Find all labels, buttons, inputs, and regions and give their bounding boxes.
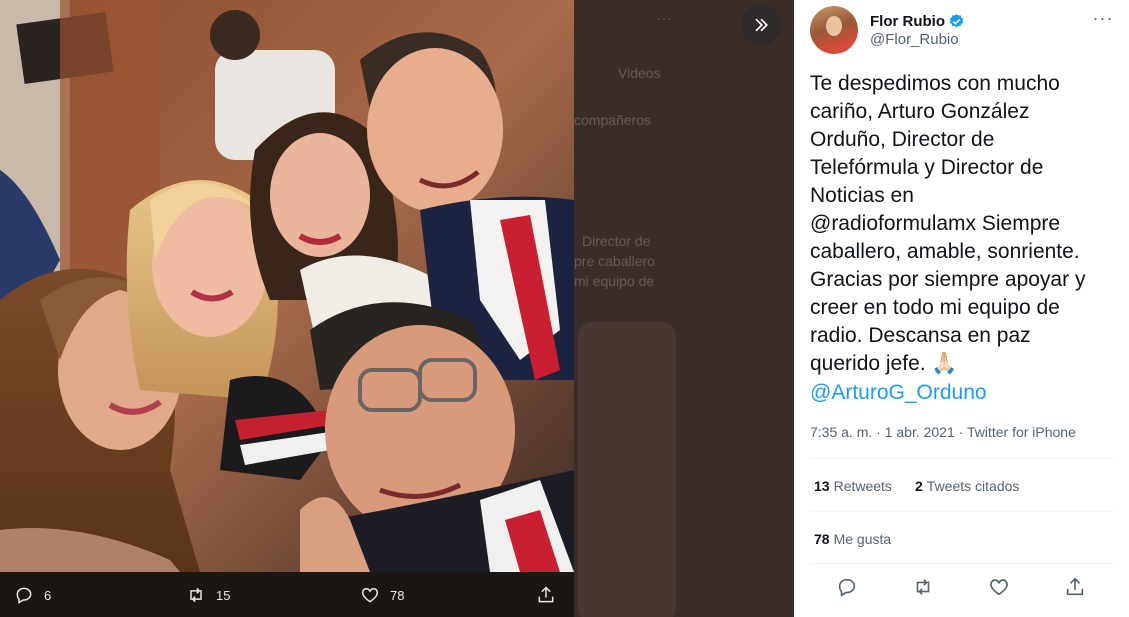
bg-text-line: compañeros (574, 112, 652, 128)
heart-icon (990, 579, 1008, 596)
divider (810, 511, 1113, 512)
divider (810, 458, 1113, 459)
media-like-count: 78 (390, 587, 405, 603)
background-page: Videos compañeros Director de pre caball… (574, 0, 794, 617)
reply-button[interactable] (836, 576, 858, 598)
media-share-button[interactable] (536, 585, 556, 605)
collapse-button[interactable] (741, 5, 781, 45)
likes-label: Me gusta (833, 531, 892, 547)
media-retweet-count: 15 (216, 587, 231, 603)
bg-text-line: pre caballero (574, 253, 655, 269)
media-reply-count: 6 (44, 587, 52, 603)
bg-text-line: mi equipo de (574, 273, 655, 289)
tweet-author[interactable]: Flor Rubio @Flor_Rubio (810, 6, 965, 54)
reply-icon (16, 587, 32, 604)
avatar[interactable] (810, 6, 858, 54)
retweet-icon (916, 579, 930, 595)
photo-image (0, 0, 574, 572)
tweet-detail-panel: Flor Rubio @Flor_Rubio ··· Te despedimos… (794, 0, 1129, 617)
share-icon (1066, 577, 1084, 596)
quotes-stat[interactable]: 2 Tweets citados (915, 478, 1019, 494)
more-icon[interactable]: ··· (1091, 8, 1115, 32)
share-icon (538, 586, 554, 603)
media-action-bar: 6 15 78 (0, 572, 794, 617)
tweet-mention-link[interactable]: @ArturoG_Orduno (810, 379, 987, 407)
display-name-text: Flor Rubio (870, 12, 945, 30)
retweet-icon (190, 587, 202, 603)
double-chevron-right-icon (755, 18, 769, 32)
likes-stat[interactable]: 78 Me gusta (814, 531, 891, 547)
retweets-stat[interactable]: 13 Retweets (814, 478, 892, 494)
quotes-count: 2 (915, 478, 923, 494)
tweet-photo[interactable] (0, 0, 574, 572)
bg-text-line: Director de (582, 233, 651, 249)
tweet-text: Te despedimos con mucho cariño, Arturo G… (810, 72, 1086, 375)
retweets-count: 13 (814, 478, 830, 494)
divider (810, 563, 1113, 564)
tweet-action-bar (810, 566, 1113, 610)
retweets-label: Retweets (833, 478, 892, 494)
reply-icon (838, 578, 856, 597)
media-reply-button[interactable]: 6 (14, 585, 51, 605)
quotes-label: Tweets citados (926, 478, 1020, 494)
like-button[interactable] (988, 576, 1010, 598)
likes-count: 78 (814, 531, 830, 547)
author-handle[interactable]: @Flor_Rubio (870, 31, 965, 48)
media-like-button[interactable]: 78 (360, 585, 404, 605)
share-button[interactable] (1064, 576, 1086, 598)
bg-more-icon: ··· (656, 10, 673, 26)
media-retweet-button[interactable]: 15 (186, 585, 230, 605)
author-names: Flor Rubio @Flor_Rubio (870, 13, 965, 48)
bg-tab-videos: Videos (618, 65, 661, 81)
heart-icon (361, 587, 379, 603)
retweet-button[interactable] (912, 576, 934, 598)
tweet-meta[interactable]: 7:35 a. m. · 1 abr. 2021 · Twitter for i… (810, 424, 1076, 440)
author-display-name[interactable]: Flor Rubio (870, 13, 965, 30)
verified-badge-icon (949, 13, 964, 27)
